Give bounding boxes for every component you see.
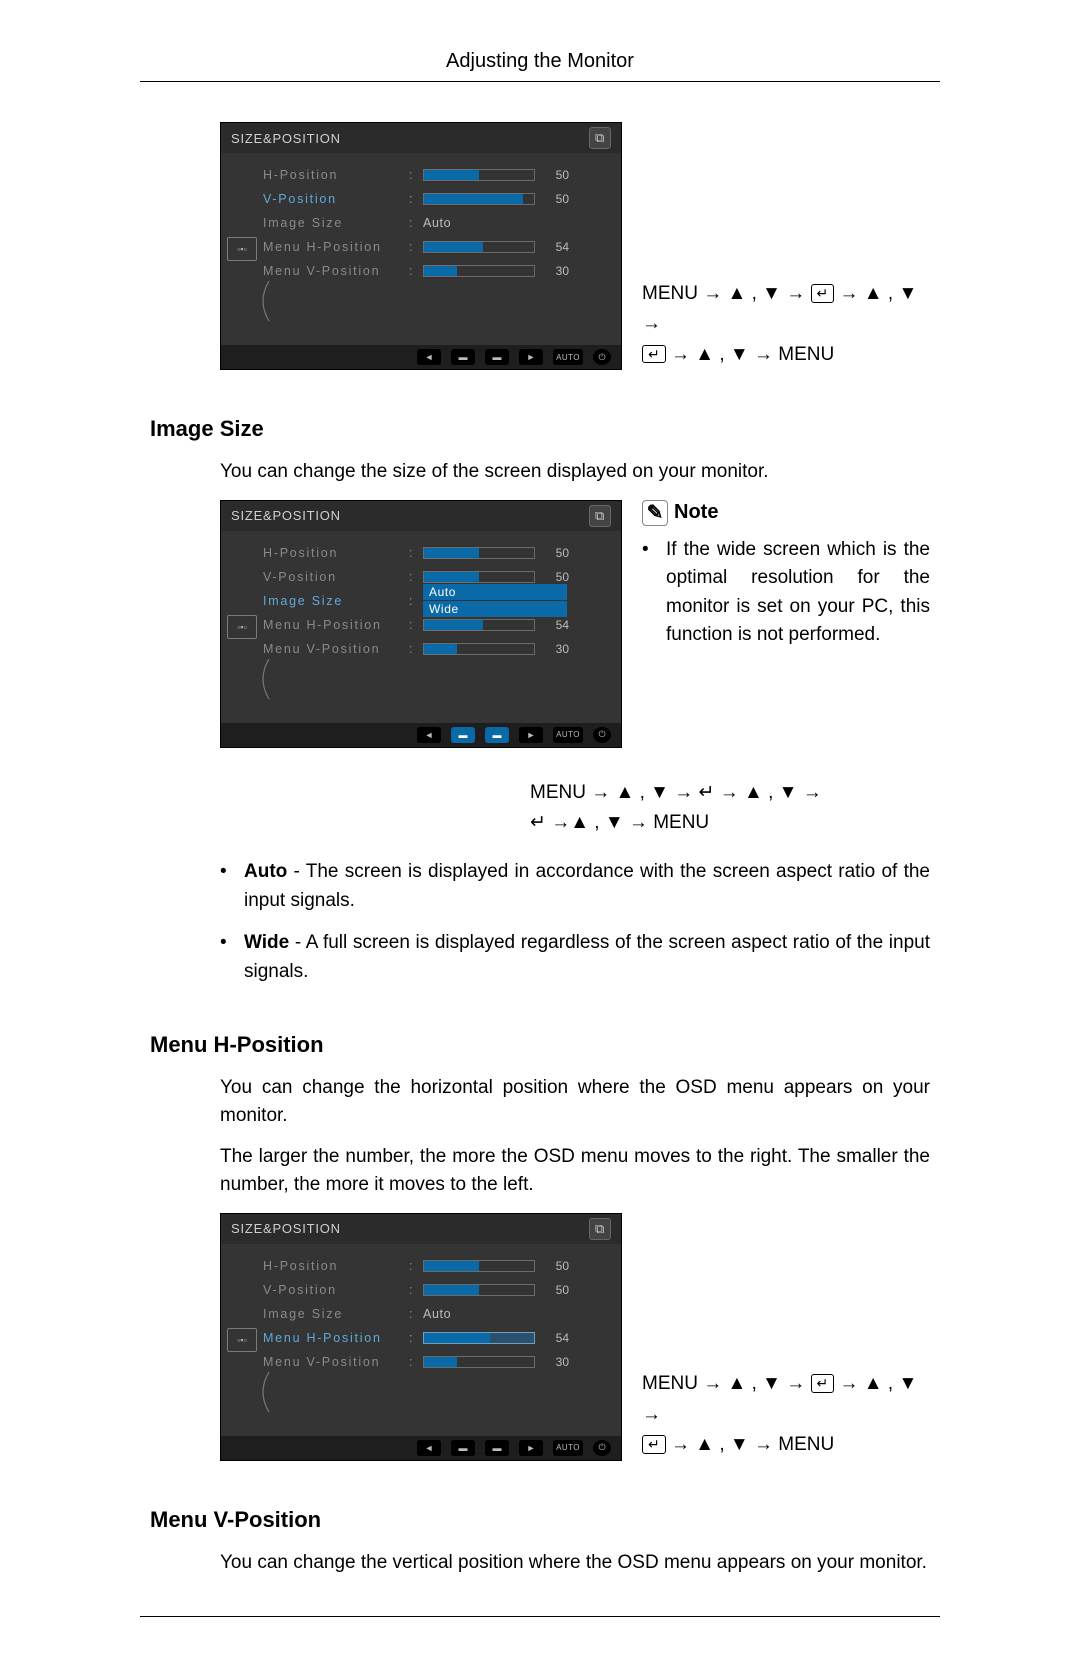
osd-footer-btn[interactable]: ◄ bbox=[417, 349, 441, 365]
osd-title-bar: SIZE&POSITION⧉ bbox=[221, 123, 621, 153]
osd-footer: ◄ ▬ ▬ ► AUTO ⏻ bbox=[221, 345, 621, 369]
osd-row[interactable]: H-Position:50 bbox=[263, 541, 607, 565]
enter-icon: ↵ bbox=[642, 345, 666, 364]
osd-row[interactable]: Image Size:Auto bbox=[263, 1302, 607, 1326]
heading-menu-h: Menu H-Position bbox=[150, 1032, 930, 1058]
menu-h-p2: The larger the number, the more the OSD … bbox=[220, 1143, 930, 1198]
osd-footer-btn[interactable]: AUTO bbox=[553, 1440, 583, 1456]
nav-sequence-1: MENU → ▲ , ▼ → ↵ → ▲ , ▼ →↵ → ▲ , ▼ → ME… bbox=[642, 279, 930, 370]
enter-icon: ↵ bbox=[642, 1435, 666, 1454]
osd-row[interactable]: Menu V-Position:30 bbox=[263, 637, 607, 661]
osd-footer-btn[interactable]: ▬ bbox=[485, 727, 509, 743]
osd-title-bar: SIZE&POSITION⧉ bbox=[221, 1214, 621, 1244]
enter-icon: ↵ bbox=[811, 284, 835, 303]
enter-icon: ↵ bbox=[699, 782, 715, 803]
osd-panel-image-size: SIZE&POSITION⧉▫▪▫H-Position:50V-Position… bbox=[220, 500, 622, 748]
note-text: If the wide screen which is the optimal … bbox=[666, 536, 930, 650]
osd-row[interactable]: V-Position:50 bbox=[263, 1278, 607, 1302]
osd-footer-btn[interactable]: ◄ bbox=[417, 1440, 441, 1456]
osd-footer-btn[interactable]: ⏻ bbox=[593, 349, 611, 365]
bullet-item: •Auto - The screen is displayed in accor… bbox=[220, 858, 930, 915]
osd-footer-btn[interactable]: ▬ bbox=[451, 727, 475, 743]
osd-corner-icon: ⧉ bbox=[589, 127, 611, 149]
heading-image-size: Image Size bbox=[150, 416, 930, 442]
osd-corner-icon: ⧉ bbox=[589, 505, 611, 527]
osd-footer-btn[interactable]: AUTO bbox=[553, 349, 583, 365]
osd-row[interactable]: Image Size:AutoWide bbox=[263, 589, 607, 613]
osd-footer: ◄ ▬ ▬ ► AUTO ⏻ bbox=[221, 1436, 621, 1460]
osd-row[interactable]: Image Size:Auto bbox=[263, 211, 607, 235]
osd-footer-btn[interactable]: ► bbox=[519, 349, 543, 365]
nav-sequence-3: MENU → ▲ , ▼ → ↵ → ▲ , ▼ →↵ → ▲ , ▼ → ME… bbox=[642, 1369, 930, 1460]
osd-category-icon: ▫▪▫ bbox=[227, 615, 257, 639]
osd-footer-btn[interactable]: ⏻ bbox=[593, 1440, 611, 1456]
menu-v-p1: You can change the vertical position whe… bbox=[220, 1549, 930, 1577]
enter-icon: ↵ bbox=[811, 1374, 835, 1393]
osd-footer-btn[interactable]: AUTO bbox=[553, 727, 583, 743]
osd-footer-btn[interactable]: ► bbox=[519, 1440, 543, 1456]
note-icon: ✎ bbox=[642, 500, 668, 526]
osd-footer: ◄ ▬ ▬ ► AUTO ⏻ bbox=[221, 723, 621, 747]
osd-row[interactable]: Menu V-Position:30 bbox=[263, 259, 607, 283]
osd-row[interactable]: Menu H-Position:54 bbox=[263, 1326, 607, 1350]
osd-category-icon: ▫▪▫ bbox=[227, 237, 257, 261]
bullet-item: •Wide - A full screen is displayed regar… bbox=[220, 929, 930, 986]
osd-row[interactable]: Menu V-Position:30 bbox=[263, 1350, 607, 1374]
nav-sequence-2: MENU → ▲ , ▼ → ↵ → ▲ , ▼ →↵ →▲ , ▼ → MEN… bbox=[530, 778, 930, 839]
osd-footer-btn[interactable]: ▬ bbox=[485, 349, 509, 365]
image-size-intro: You can change the size of the screen di… bbox=[220, 458, 930, 486]
osd-category-icon: ▫▪▫ bbox=[227, 1328, 257, 1352]
divider-top bbox=[140, 81, 940, 82]
osd-footer-btn[interactable]: ◄ bbox=[417, 727, 441, 743]
heading-menu-v: Menu V-Position bbox=[150, 1507, 930, 1533]
osd-row[interactable]: V-Position:50 bbox=[263, 187, 607, 211]
osd-panel-vposition: SIZE&POSITION⧉ ▫▪▫ H-Position:50V-Position… bbox=[220, 122, 622, 370]
note-heading: Note bbox=[674, 501, 718, 524]
bullet-dot: • bbox=[642, 536, 666, 650]
divider-bottom bbox=[140, 1616, 940, 1617]
osd-footer-btn[interactable]: ▬ bbox=[485, 1440, 509, 1456]
osd-row[interactable]: H-Position:50 bbox=[263, 1254, 607, 1278]
osd-corner-icon: ⧉ bbox=[589, 1218, 611, 1240]
osd-row[interactable]: Menu H-Position:54 bbox=[263, 235, 607, 259]
page-title: Adjusting the Monitor bbox=[0, 50, 1080, 73]
enter-icon: ↵ bbox=[530, 812, 546, 833]
osd-footer-btn[interactable]: ► bbox=[519, 727, 543, 743]
osd-panel-menu-h: SIZE&POSITION⧉ ▫▪▫ H-Position:50V-Position… bbox=[220, 1213, 622, 1461]
osd-row[interactable]: H-Position:50 bbox=[263, 163, 607, 187]
osd-footer-btn[interactable]: ▬ bbox=[451, 1440, 475, 1456]
osd-title-bar: SIZE&POSITION⧉ bbox=[221, 501, 621, 531]
osd-footer-btn[interactable]: ⏻ bbox=[593, 727, 611, 743]
osd-footer-btn[interactable]: ▬ bbox=[451, 349, 475, 365]
menu-h-p1: You can change the horizontal position w… bbox=[220, 1074, 930, 1129]
